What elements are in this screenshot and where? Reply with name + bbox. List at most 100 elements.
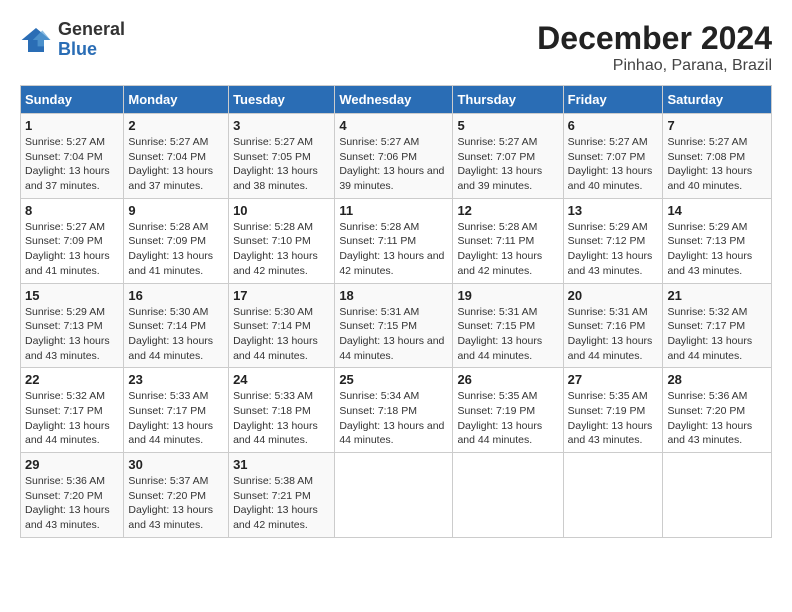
logo-text: General Blue [58,20,125,60]
calendar-cell: 25 Sunrise: 5:34 AM Sunset: 7:18 PM Dayl… [335,368,453,453]
page-subtitle: Pinhao, Parana, Brazil [537,57,772,75]
day-of-week-header: Monday [124,86,229,114]
day-number: 28 [667,372,767,387]
day-number: 24 [233,372,330,387]
day-info: Sunrise: 5:31 AM Sunset: 7:15 PM Dayligh… [457,305,558,364]
day-info: Sunrise: 5:31 AM Sunset: 7:15 PM Dayligh… [339,305,448,364]
day-number: 31 [233,457,330,472]
calendar-cell: 30 Sunrise: 5:37 AM Sunset: 7:20 PM Dayl… [124,453,229,538]
day-info: Sunrise: 5:35 AM Sunset: 7:19 PM Dayligh… [457,389,558,448]
title-block: December 2024 Pinhao, Parana, Brazil [537,20,772,75]
day-info: Sunrise: 5:37 AM Sunset: 7:20 PM Dayligh… [128,474,224,533]
calendar-cell: 29 Sunrise: 5:36 AM Sunset: 7:20 PM Dayl… [21,453,124,538]
day-number: 6 [568,118,659,133]
day-info: Sunrise: 5:27 AM Sunset: 7:05 PM Dayligh… [233,135,330,194]
calendar-cell: 26 Sunrise: 5:35 AM Sunset: 7:19 PM Dayl… [453,368,563,453]
calendar-cell: 10 Sunrise: 5:28 AM Sunset: 7:10 PM Dayl… [229,198,335,283]
day-number: 16 [128,288,224,303]
calendar-cell: 15 Sunrise: 5:29 AM Sunset: 7:13 PM Dayl… [21,283,124,368]
calendar-cell: 12 Sunrise: 5:28 AM Sunset: 7:11 PM Dayl… [453,198,563,283]
day-info: Sunrise: 5:27 AM Sunset: 7:07 PM Dayligh… [457,135,558,194]
day-number: 15 [25,288,119,303]
day-info: Sunrise: 5:30 AM Sunset: 7:14 PM Dayligh… [233,305,330,364]
day-number: 4 [339,118,448,133]
calendar-cell: 6 Sunrise: 5:27 AM Sunset: 7:07 PM Dayli… [563,114,663,199]
calendar-cell: 5 Sunrise: 5:27 AM Sunset: 7:07 PM Dayli… [453,114,563,199]
day-info: Sunrise: 5:29 AM Sunset: 7:13 PM Dayligh… [667,220,767,279]
calendar-cell: 28 Sunrise: 5:36 AM Sunset: 7:20 PM Dayl… [663,368,772,453]
day-of-week-header: Friday [563,86,663,114]
calendar-cell: 19 Sunrise: 5:31 AM Sunset: 7:15 PM Dayl… [453,283,563,368]
day-info: Sunrise: 5:28 AM Sunset: 7:11 PM Dayligh… [457,220,558,279]
day-info: Sunrise: 5:28 AM Sunset: 7:11 PM Dayligh… [339,220,448,279]
calendar-week-row: 1 Sunrise: 5:27 AM Sunset: 7:04 PM Dayli… [21,114,772,199]
calendar-week-row: 8 Sunrise: 5:27 AM Sunset: 7:09 PM Dayli… [21,198,772,283]
day-number: 26 [457,372,558,387]
page-header: General Blue December 2024 Pinhao, Paran… [20,20,772,75]
day-of-week-header: Sunday [21,86,124,114]
day-info: Sunrise: 5:30 AM Sunset: 7:14 PM Dayligh… [128,305,224,364]
day-info: Sunrise: 5:35 AM Sunset: 7:19 PM Dayligh… [568,389,659,448]
calendar-cell: 18 Sunrise: 5:31 AM Sunset: 7:15 PM Dayl… [335,283,453,368]
day-info: Sunrise: 5:29 AM Sunset: 7:12 PM Dayligh… [568,220,659,279]
day-info: Sunrise: 5:27 AM Sunset: 7:06 PM Dayligh… [339,135,448,194]
day-number: 8 [25,203,119,218]
day-number: 10 [233,203,330,218]
calendar-cell [335,453,453,538]
day-info: Sunrise: 5:27 AM Sunset: 7:08 PM Dayligh… [667,135,767,194]
day-info: Sunrise: 5:36 AM Sunset: 7:20 PM Dayligh… [25,474,119,533]
calendar-cell: 23 Sunrise: 5:33 AM Sunset: 7:17 PM Dayl… [124,368,229,453]
day-number: 3 [233,118,330,133]
day-number: 30 [128,457,224,472]
calendar-cell: 7 Sunrise: 5:27 AM Sunset: 7:08 PM Dayli… [663,114,772,199]
day-number: 12 [457,203,558,218]
day-number: 29 [25,457,119,472]
calendar-cell: 16 Sunrise: 5:30 AM Sunset: 7:14 PM Dayl… [124,283,229,368]
logo: General Blue [20,20,125,60]
day-info: Sunrise: 5:32 AM Sunset: 7:17 PM Dayligh… [25,389,119,448]
day-number: 21 [667,288,767,303]
day-number: 14 [667,203,767,218]
logo-icon [20,24,52,56]
day-info: Sunrise: 5:28 AM Sunset: 7:10 PM Dayligh… [233,220,330,279]
calendar-cell: 13 Sunrise: 5:29 AM Sunset: 7:12 PM Dayl… [563,198,663,283]
day-info: Sunrise: 5:27 AM Sunset: 7:09 PM Dayligh… [25,220,119,279]
day-info: Sunrise: 5:27 AM Sunset: 7:07 PM Dayligh… [568,135,659,194]
day-number: 1 [25,118,119,133]
calendar-cell [453,453,563,538]
day-of-week-header: Tuesday [229,86,335,114]
calendar-week-row: 29 Sunrise: 5:36 AM Sunset: 7:20 PM Dayl… [21,453,772,538]
day-number: 9 [128,203,224,218]
day-info: Sunrise: 5:31 AM Sunset: 7:16 PM Dayligh… [568,305,659,364]
calendar-cell: 17 Sunrise: 5:30 AM Sunset: 7:14 PM Dayl… [229,283,335,368]
day-number: 22 [25,372,119,387]
calendar-cell: 9 Sunrise: 5:28 AM Sunset: 7:09 PM Dayli… [124,198,229,283]
day-number: 5 [457,118,558,133]
day-number: 7 [667,118,767,133]
calendar-header-row: SundayMondayTuesdayWednesdayThursdayFrid… [21,86,772,114]
calendar-cell: 27 Sunrise: 5:35 AM Sunset: 7:19 PM Dayl… [563,368,663,453]
calendar-cell: 4 Sunrise: 5:27 AM Sunset: 7:06 PM Dayli… [335,114,453,199]
day-info: Sunrise: 5:33 AM Sunset: 7:18 PM Dayligh… [233,389,330,448]
calendar-cell [563,453,663,538]
calendar-week-row: 15 Sunrise: 5:29 AM Sunset: 7:13 PM Dayl… [21,283,772,368]
day-info: Sunrise: 5:27 AM Sunset: 7:04 PM Dayligh… [25,135,119,194]
calendar-cell: 20 Sunrise: 5:31 AM Sunset: 7:16 PM Dayl… [563,283,663,368]
day-of-week-header: Wednesday [335,86,453,114]
calendar-cell: 21 Sunrise: 5:32 AM Sunset: 7:17 PM Dayl… [663,283,772,368]
day-number: 2 [128,118,224,133]
calendar-cell: 2 Sunrise: 5:27 AM Sunset: 7:04 PM Dayli… [124,114,229,199]
day-number: 19 [457,288,558,303]
calendar-cell: 24 Sunrise: 5:33 AM Sunset: 7:18 PM Dayl… [229,368,335,453]
calendar-cell: 22 Sunrise: 5:32 AM Sunset: 7:17 PM Dayl… [21,368,124,453]
calendar-cell: 31 Sunrise: 5:38 AM Sunset: 7:21 PM Dayl… [229,453,335,538]
day-info: Sunrise: 5:32 AM Sunset: 7:17 PM Dayligh… [667,305,767,364]
calendar-cell: 11 Sunrise: 5:28 AM Sunset: 7:11 PM Dayl… [335,198,453,283]
day-info: Sunrise: 5:33 AM Sunset: 7:17 PM Dayligh… [128,389,224,448]
day-info: Sunrise: 5:36 AM Sunset: 7:20 PM Dayligh… [667,389,767,448]
day-number: 23 [128,372,224,387]
day-info: Sunrise: 5:38 AM Sunset: 7:21 PM Dayligh… [233,474,330,533]
day-info: Sunrise: 5:27 AM Sunset: 7:04 PM Dayligh… [128,135,224,194]
day-info: Sunrise: 5:34 AM Sunset: 7:18 PM Dayligh… [339,389,448,448]
day-number: 27 [568,372,659,387]
